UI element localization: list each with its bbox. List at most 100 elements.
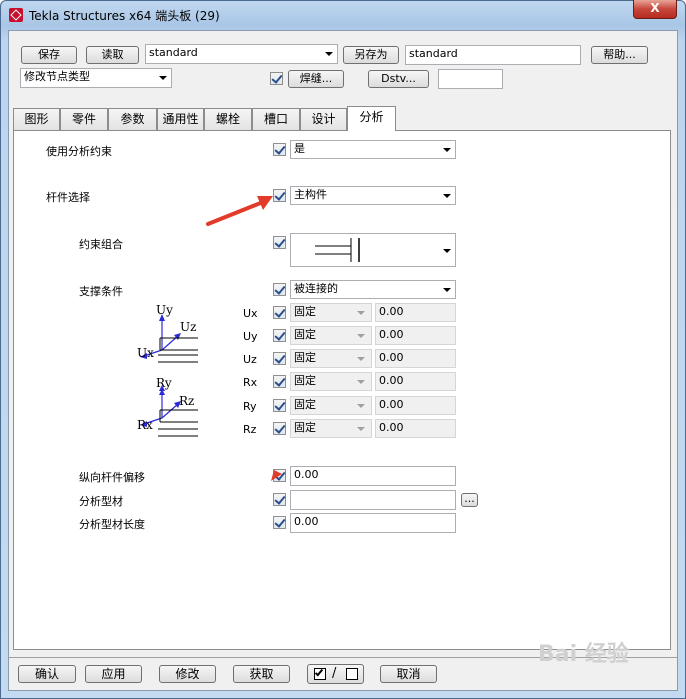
dof-type-value: 固定 (294, 305, 316, 318)
axis-label-uy: Uy (156, 303, 173, 317)
tab-general[interactable]: 通用性 (157, 108, 204, 130)
dof-value-input-ux[interactable]: 0.00 (375, 303, 456, 322)
chevron-down-icon (443, 194, 451, 198)
analysis-profile-length-checkbox[interactable] (273, 516, 286, 529)
analysis-profile-length-input[interactable]: 0.00 (290, 513, 456, 533)
window-title: Tekla Structures x64 端头板 (29) (29, 9, 220, 23)
support-condition-checkbox[interactable] (273, 283, 286, 296)
member-selection-value: 主构件 (294, 188, 327, 201)
baidu-watermark: Bai 经验 (538, 642, 629, 667)
constraint-symbol-icon (315, 238, 360, 262)
annotation-arrow-icon (206, 196, 273, 226)
modify-button[interactable]: 修改 (159, 665, 216, 683)
dof-checkbox-rz[interactable] (273, 422, 286, 435)
dof-label-rz: Rz (243, 423, 257, 436)
axis-label-rz: Rz (179, 394, 195, 408)
tekla-logo-icon (9, 8, 23, 22)
dof-label-uz: Uz (243, 353, 257, 366)
close-button[interactable]: X (633, 0, 677, 19)
use-analysis-constraints-value: 是 (294, 142, 305, 155)
axis-label-ux: Ux (137, 346, 154, 360)
chevron-down-icon (443, 148, 451, 152)
cancel-button[interactable]: 取消 (380, 665, 437, 683)
axis-label-uz: Uz (180, 320, 197, 334)
weld-button[interactable]: 焊缝... (288, 70, 344, 88)
support-condition-value: 被连接的 (294, 282, 338, 295)
dof-value-input-uz[interactable]: 0.00 (375, 349, 456, 368)
weld-checkbox[interactable] (270, 72, 283, 85)
dof-label-ux: Ux (243, 307, 258, 320)
dof-checkbox-ux[interactable] (273, 306, 286, 319)
toggle-all-button[interactable]: / (307, 664, 364, 684)
member-selection-select[interactable]: 主构件 (290, 186, 456, 205)
ok-button[interactable]: 确认 (18, 665, 76, 683)
tab-design[interactable]: 设计 (300, 108, 347, 130)
dof-type-select-rx[interactable]: 固定 (290, 372, 372, 391)
dof-type-select-rz[interactable]: 固定 (290, 419, 372, 438)
axis-label-rx: Rx (137, 418, 153, 432)
save-as-name-input[interactable]: standard (405, 45, 581, 65)
apply-button[interactable]: 应用 (85, 665, 142, 683)
dof-type-value: 固定 (294, 374, 316, 387)
dof-type-select-uz[interactable]: 固定 (290, 349, 372, 368)
tab-bolts[interactable]: 螺栓 (204, 108, 252, 130)
chevron-down-icon (443, 249, 451, 253)
save-button[interactable]: 保存 (21, 46, 77, 64)
constraint-combo-label: 约束组合 (79, 238, 123, 251)
dof-value-input-ry[interactable]: 0.00 (375, 396, 456, 415)
dstv-button[interactable]: Dstv... (368, 70, 429, 88)
use-analysis-constraints-label: 使用分析约束 (46, 145, 112, 158)
dof-label-ry: Ry (243, 400, 257, 413)
title-bar[interactable]: Tekla Structures x64 端头板 (29) X (0, 0, 686, 30)
annotation-arrow-icon (271, 470, 282, 481)
analysis-profile-checkbox[interactable] (273, 493, 286, 506)
toggle-separator: / (332, 666, 337, 681)
constraint-combo-checkbox[interactable] (273, 236, 286, 249)
save-as-button[interactable]: 另存为 (343, 46, 399, 64)
axis-label-ry: Ry (156, 376, 172, 390)
preset-select[interactable]: standard (145, 44, 338, 64)
chevron-down-icon (357, 334, 365, 338)
browse-profile-button[interactable]: ... (461, 493, 478, 507)
member-selection-label: 杆件选择 (46, 191, 90, 204)
tab-notches[interactable]: 槽口 (252, 108, 300, 130)
analysis-profile-label: 分析型材 (79, 495, 123, 508)
chevron-down-icon (357, 404, 365, 408)
dof-type-value: 固定 (294, 328, 316, 341)
dof-checkbox-ry[interactable] (273, 399, 286, 412)
dof-value-input-uy[interactable]: 0.00 (375, 326, 456, 345)
tab-parts[interactable]: 零件 (60, 108, 108, 130)
dstv-input[interactable] (438, 69, 503, 89)
tab-graphics[interactable]: 图形 (13, 108, 60, 130)
analysis-profile-input[interactable] (290, 490, 456, 510)
preset-value: standard (149, 46, 198, 59)
dof-type-select-uy[interactable]: 固定 (290, 326, 372, 345)
tab-parameters[interactable]: 参数 (108, 108, 157, 130)
get-button[interactable]: 获取 (233, 665, 290, 683)
use-analysis-constraints-checkbox[interactable] (273, 143, 286, 156)
support-condition-label: 支撑条件 (79, 285, 123, 298)
dof-type-value: 固定 (294, 421, 316, 434)
node-type-select[interactable]: 修改节点类型 (20, 68, 172, 88)
chevron-down-icon (357, 427, 365, 431)
chevron-down-icon (357, 311, 365, 315)
support-condition-select[interactable]: 被连接的 (290, 280, 456, 299)
dof-checkbox-uz[interactable] (273, 352, 286, 365)
dof-label-uy: Uy (243, 330, 258, 343)
use-analysis-constraints-select[interactable]: 是 (290, 140, 456, 159)
dof-type-value: 固定 (294, 351, 316, 364)
dof-value-input-rx[interactable]: 0.00 (375, 372, 456, 391)
tab-analysis[interactable]: 分析 (347, 106, 396, 131)
dof-checkbox-uy[interactable] (273, 329, 286, 342)
dof-label-rx: Rx (243, 376, 258, 389)
help-button[interactable]: 帮助... (591, 46, 648, 64)
dof-type-select-ux[interactable]: 固定 (290, 303, 372, 322)
constraint-combo-select[interactable] (290, 233, 456, 267)
checked-box-icon (314, 667, 326, 680)
dof-checkbox-rx[interactable] (273, 375, 286, 388)
longitudinal-offset-input[interactable]: 0.00 (290, 466, 456, 486)
dof-value-input-rz[interactable]: 0.00 (375, 419, 456, 438)
dof-type-select-ry[interactable]: 固定 (290, 396, 372, 415)
longitudinal-offset-label: 纵向杆件偏移 (79, 471, 145, 484)
load-button[interactable]: 读取 (86, 46, 139, 64)
